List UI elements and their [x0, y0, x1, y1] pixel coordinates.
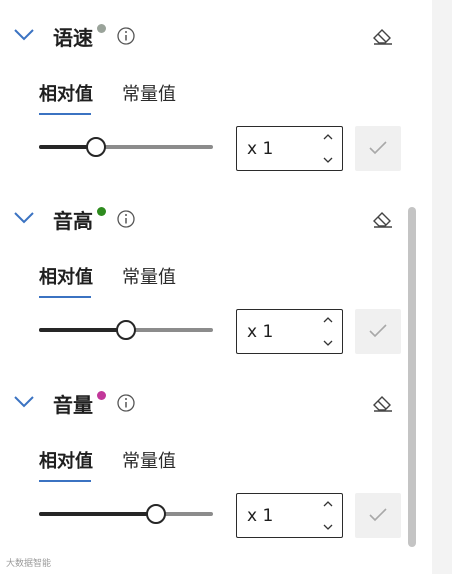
slider-thumb[interactable]	[145, 504, 166, 524]
chevron-down-icon[interactable]	[321, 338, 335, 348]
chevron-up-icon[interactable]	[321, 132, 335, 142]
confirm-button[interactable]	[355, 309, 401, 354]
info-icon[interactable]	[116, 209, 136, 229]
voice-settings-panel: 语速 相对值 常量值 x 1 音高 相对值 常量值 x 1 音量 相对值 常量值…	[0, 0, 432, 574]
tab-constant[interactable]: 常量值	[122, 450, 176, 474]
chevron-down-icon[interactable]	[12, 26, 36, 42]
volume-slider[interactable]	[39, 504, 213, 524]
chevron-down-icon[interactable]	[321, 155, 335, 165]
confirm-button[interactable]	[355, 493, 401, 538]
slider-fill	[39, 512, 156, 516]
active-tab-indicator	[39, 296, 91, 298]
tab-relative[interactable]: 相对值	[39, 450, 93, 474]
pitch-section: 音高 相对值 常量值 x 1	[0, 207, 432, 390]
scrollbar-thumb[interactable]	[408, 207, 416, 547]
active-tab-indicator	[39, 113, 91, 115]
checkmark-icon	[369, 141, 387, 155]
status-dot	[97, 391, 106, 400]
chevron-down-icon[interactable]	[12, 209, 36, 225]
checkmark-icon	[369, 324, 387, 338]
info-icon[interactable]	[116, 393, 136, 413]
value-input[interactable]: x 1	[236, 126, 343, 171]
section-title: 语速	[53, 26, 93, 50]
eraser-icon[interactable]	[371, 393, 395, 413]
eraser-icon[interactable]	[371, 209, 395, 229]
tab-constant[interactable]: 常量值	[122, 83, 176, 107]
speech-rate-section: 语速 相对值 常量值 x 1	[0, 24, 432, 207]
volume-section: 音量 相对值 常量值 x 1	[0, 391, 432, 574]
info-icon[interactable]	[116, 26, 136, 46]
section-title: 音高	[53, 209, 93, 233]
slider-thumb[interactable]	[116, 320, 136, 340]
watermark: 大数据智能	[6, 559, 52, 569]
section-title: 音量	[53, 393, 93, 417]
status-dot	[97, 207, 106, 216]
value-text: x 1	[247, 506, 274, 526]
value-text: x 1	[247, 139, 274, 159]
checkmark-icon	[369, 508, 387, 522]
slider-fill	[39, 328, 126, 332]
confirm-button[interactable]	[355, 126, 401, 171]
pitch-slider[interactable]	[39, 320, 213, 340]
speech-rate-slider[interactable]	[39, 137, 213, 157]
value-input[interactable]: x 1	[236, 309, 343, 354]
slider-thumb[interactable]	[86, 137, 107, 157]
chevron-down-icon[interactable]	[321, 522, 335, 532]
status-dot	[97, 24, 106, 33]
tab-constant[interactable]: 常量值	[122, 266, 176, 290]
chevron-up-icon[interactable]	[321, 315, 335, 325]
chevron-up-icon[interactable]	[321, 499, 335, 509]
value-input[interactable]: x 1	[236, 493, 343, 538]
tab-relative[interactable]: 相对值	[39, 83, 93, 107]
chevron-down-icon[interactable]	[12, 393, 36, 409]
value-text: x 1	[247, 322, 274, 342]
eraser-icon[interactable]	[371, 26, 395, 46]
active-tab-indicator	[39, 480, 91, 482]
scrollbar-track[interactable]	[432, 0, 452, 574]
tab-relative[interactable]: 相对值	[39, 266, 93, 290]
